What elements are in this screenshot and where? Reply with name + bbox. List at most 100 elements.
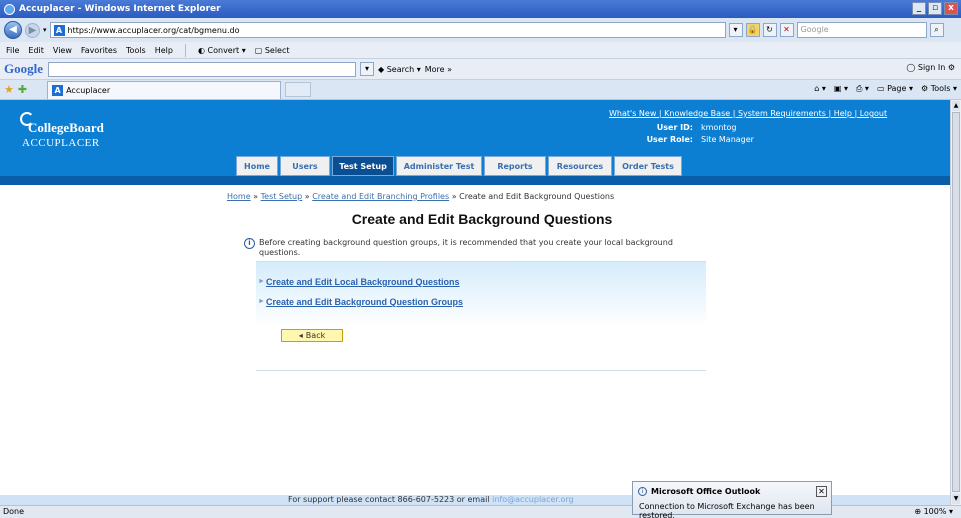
background-question-groups-link[interactable]: ► Create and Edit Background Question Gro… xyxy=(258,297,463,307)
options-panel: ► Create and Edit Local Background Questi… xyxy=(256,261,706,371)
menu-edit[interactable]: Edit xyxy=(28,46,44,55)
page-menu[interactable]: ▭ Page ▾ xyxy=(877,84,913,94)
back-button[interactable]: ◂ Back xyxy=(281,329,343,342)
minimize-button[interactable]: _ xyxy=(912,2,926,15)
tab-label: Accuplacer xyxy=(66,85,111,95)
tab-favicon-icon: A xyxy=(52,84,64,96)
home-icon[interactable]: ⌂ ▾ xyxy=(814,84,826,94)
google-logo: Google xyxy=(4,61,43,76)
breadcrumb-current: Create and Edit Background Questions xyxy=(459,192,615,201)
tab-bar: ★ ✚ A Accuplacer ⌂ ▾ ▣ ▾ ⎙ ▾ ▭ Page ▾ ⚙ … xyxy=(0,80,961,100)
stop-icon[interactable]: ✕ xyxy=(779,23,794,37)
tab-order-tests[interactable]: Order Tests xyxy=(614,156,682,176)
close-button[interactable]: x xyxy=(944,2,958,15)
search-input[interactable]: Google xyxy=(796,22,927,38)
tab-reports[interactable]: Reports xyxy=(484,156,546,176)
refresh-icon[interactable]: ↻ xyxy=(762,23,777,37)
brand-name: CollegeBoard xyxy=(28,120,104,135)
url-input[interactable]: A https://www.accuplacer.org/cat/bgmenu.… xyxy=(49,22,726,38)
bullet-icon: ► xyxy=(258,278,265,285)
breadcrumb-branching-profiles[interactable]: Create and Edit Branching Profiles xyxy=(312,192,449,201)
address-bar: ◀ ▶ ▾ A https://www.accuplacer.org/cat/b… xyxy=(0,18,961,42)
add-favorites-icon[interactable]: ✚ xyxy=(18,83,27,96)
site-favicon-icon: A xyxy=(53,24,65,36)
url-text: https://www.accuplacer.org/cat/bgmenu.do xyxy=(67,25,240,35)
google-toolbar: Google ▾ ◆ Search ▾ More » ◯ Sign In ⚙ xyxy=(0,59,961,80)
user-info: User ID: kmontog User Role: Site Manager xyxy=(641,122,754,146)
convert-button[interactable]: ◐ Convert ▾ xyxy=(198,46,246,55)
breadcrumb: Home » Test Setup » Create and Edit Bran… xyxy=(227,192,614,201)
url-dropdown-icon[interactable]: ▾ xyxy=(728,23,743,37)
top-links[interactable]: What's New | Knowledge Base | System Req… xyxy=(609,109,887,118)
breadcrumb-separator: » xyxy=(451,192,457,201)
search-icon[interactable]: ⌕ xyxy=(929,23,944,37)
select-button[interactable]: ▢ Select xyxy=(255,46,290,55)
page-title: Create and Edit Background Questions xyxy=(351,211,613,227)
support-email-link[interactable]: info@accuplacer.org xyxy=(492,495,574,504)
back-arrow-icon: ◂ xyxy=(298,331,303,340)
scroll-down-icon[interactable]: ▼ xyxy=(952,494,960,504)
scroll-up-icon[interactable]: ▲ xyxy=(952,101,960,111)
feeds-icon[interactable]: ▣ ▾ xyxy=(834,84,848,94)
breadcrumb-separator: » xyxy=(304,192,310,201)
outlook-notification[interactable]: i Microsoft Office Outlook ✕ Connection … xyxy=(632,481,832,518)
status-text: Done xyxy=(3,507,25,516)
favorites-star-icon[interactable]: ★ xyxy=(4,83,14,96)
vertical-scrollbar[interactable]: ▲ ▼ xyxy=(950,100,961,505)
local-background-questions-link[interactable]: ► Create and Edit Local Background Questi… xyxy=(258,277,460,287)
tab-resources[interactable]: Resources xyxy=(548,156,612,176)
info-text: Before creating background question grou… xyxy=(259,238,673,257)
google-search-button[interactable]: ◆ Search ▾ xyxy=(378,65,421,74)
site-header: CollegeBoard ACCUPLACER What's New | Kno… xyxy=(0,100,950,185)
notification-title: Microsoft Office Outlook xyxy=(651,487,761,496)
page-content: CollegeBoard ACCUPLACER What's New | Kno… xyxy=(0,100,950,505)
info-icon: i xyxy=(638,487,647,496)
menu-favorites[interactable]: Favorites xyxy=(81,46,117,55)
tab-users[interactable]: Users xyxy=(280,156,330,176)
menu-view[interactable]: View xyxy=(53,46,72,55)
zoom-control[interactable]: ⊕ 100% ▾ xyxy=(914,506,953,518)
maximize-button[interactable]: ▫ xyxy=(928,2,942,15)
notification-close-button[interactable]: ✕ xyxy=(816,486,827,497)
new-tab-button[interactable] xyxy=(285,82,312,97)
main-nav: Home Users Test Setup Administer Test Re… xyxy=(236,156,682,176)
menu-bar: File Edit View Favorites Tools Help ◐ Co… xyxy=(0,42,961,59)
user-role-label: User Role: xyxy=(646,135,693,144)
menu-file[interactable]: File xyxy=(6,46,19,55)
menu-tools[interactable]: Tools xyxy=(126,46,146,55)
notification-message: Connection to Microsoft Exchange has bee… xyxy=(639,502,815,518)
command-bar: ⌂ ▾ ▣ ▾ ⎙ ▾ ▭ Page ▾ ⚙ Tools ▾ xyxy=(814,84,957,94)
tab-accuplacer[interactable]: A Accuplacer xyxy=(47,80,282,99)
breadcrumb-test-setup[interactable]: Test Setup xyxy=(261,192,303,201)
history-dropdown-icon[interactable]: ▾ xyxy=(43,26,47,34)
sign-in-button[interactable]: ◯ Sign In ⚙ xyxy=(906,63,955,72)
breadcrumb-home[interactable]: Home xyxy=(227,192,251,201)
tools-menu[interactable]: ⚙ Tools ▾ xyxy=(921,84,957,94)
ie-icon xyxy=(4,3,15,15)
window-title: Accuplacer - Windows Internet Explorer xyxy=(19,4,221,14)
product-name: ACCUPLACER xyxy=(22,137,100,149)
back-button-label: Back xyxy=(305,331,326,340)
menu-separator xyxy=(184,43,186,57)
forward-nav-icon[interactable]: ▶ xyxy=(25,22,40,38)
info-note: i Before creating background question gr… xyxy=(244,238,689,258)
user-id-value: kmontog xyxy=(701,123,737,132)
header-bottom-bar xyxy=(0,176,950,185)
lock-icon[interactable]: 🔒 xyxy=(745,23,760,37)
menu-help[interactable]: Help xyxy=(155,46,173,55)
tab-administer-test[interactable]: Administer Test xyxy=(396,156,482,176)
bullet-icon: ► xyxy=(258,298,265,305)
print-icon[interactable]: ⎙ ▾ xyxy=(856,84,869,94)
info-icon: i xyxy=(244,238,255,249)
google-search-input[interactable] xyxy=(48,61,356,77)
tab-test-setup[interactable]: Test Setup xyxy=(332,156,394,176)
scroll-thumb[interactable] xyxy=(952,112,960,492)
breadcrumb-separator: » xyxy=(253,192,259,201)
google-more-button[interactable]: More » xyxy=(425,65,452,74)
window-titlebar: Accuplacer - Windows Internet Explorer _… xyxy=(0,0,961,18)
google-dropdown-icon[interactable]: ▾ xyxy=(360,62,374,76)
back-nav-icon[interactable]: ◀ xyxy=(4,21,22,39)
user-id-label: User ID: xyxy=(656,123,693,132)
user-role-value: Site Manager xyxy=(701,135,754,144)
tab-home[interactable]: Home xyxy=(236,156,278,176)
